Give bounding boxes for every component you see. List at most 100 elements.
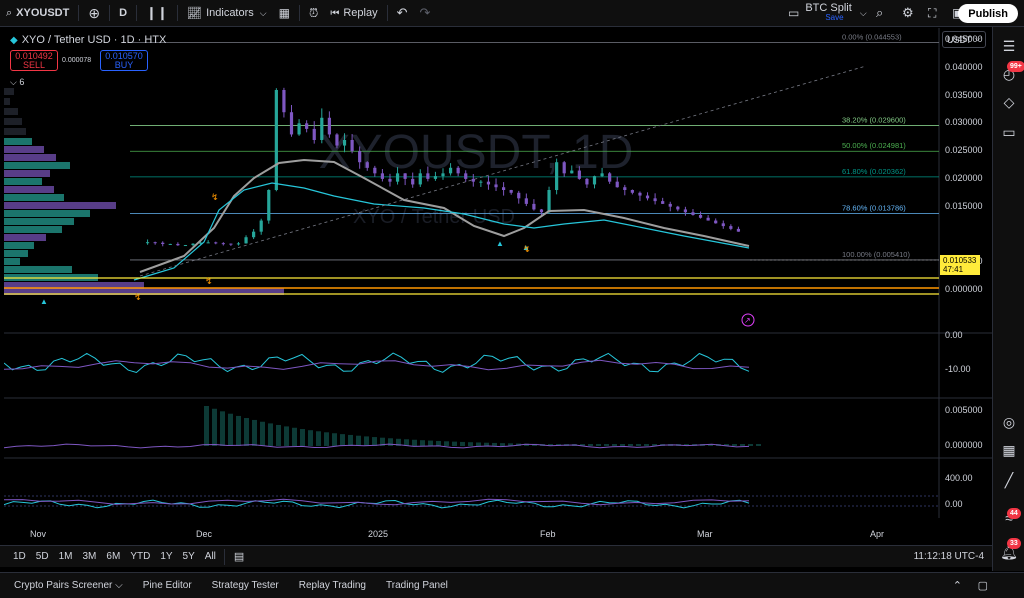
maximize-icon[interactable]: ▢	[978, 579, 988, 592]
replay-label: Replay	[343, 7, 377, 19]
layout-name-button[interactable]: ▭ BTC Split Save ⌵	[782, 0, 873, 27]
triangle-up-icon: ▲	[40, 297, 48, 306]
histogram-bar	[460, 442, 465, 446]
bottom-tab[interactable]: Pine Editor	[133, 580, 202, 591]
quick-search-button[interactable]: ⌕	[870, 0, 889, 27]
publish-button[interactable]: Publish	[958, 4, 1018, 23]
timeframe-button[interactable]: 5Y	[178, 551, 200, 562]
fib-level-label: 50.00% (0.024981)	[842, 141, 906, 150]
candle-body	[229, 244, 232, 245]
watchlist-button[interactable]: ☰	[1000, 37, 1018, 55]
price-axis-label: 0.030000	[945, 117, 983, 127]
list-icon: ☰	[1003, 38, 1016, 55]
hotlist-button[interactable]: ◎	[1000, 413, 1018, 431]
symbol-search[interactable]: ⌕ XYOUSDT	[0, 0, 75, 27]
histogram-bar	[236, 416, 241, 446]
timeframe-button[interactable]: 6M	[101, 551, 125, 562]
timeframe-list: 1D 5D 1M 3M 6M YTD 1Y 5Y All	[0, 551, 221, 562]
candle-body	[661, 201, 664, 204]
bottom-tab[interactable]: Trading Panel	[376, 580, 458, 591]
right-sidebar: ☰ ◴ 99+ ◇ ▭ ◎ ▦ ╱ ≈ 44 🔔︎ 33	[992, 27, 1024, 571]
candle-body	[623, 187, 626, 190]
redo-button[interactable]: ↷	[413, 0, 436, 27]
histogram-bar	[252, 420, 257, 446]
chart-canvas[interactable]: XYOUSDT, 1D XYO / Tether USD 0.00% (0.04…	[4, 28, 992, 540]
timeframe-button[interactable]: 1Y	[155, 551, 177, 562]
timeframe-button[interactable]: YTD	[125, 551, 155, 562]
histogram-bar	[260, 422, 265, 446]
layers-icon: ◇	[1004, 94, 1015, 111]
buy-button[interactable]: 0.010570 BUY	[100, 50, 148, 71]
histogram-bar	[412, 440, 417, 446]
date-range-icon[interactable]: ▤	[228, 550, 250, 563]
histogram-bar	[748, 444, 753, 446]
candle-body	[313, 129, 316, 140]
settings-button[interactable]: ⚙	[896, 0, 920, 27]
candle-body	[532, 204, 535, 210]
clock[interactable]: 11:12:18 UTC-4	[914, 551, 984, 562]
timeframe-button[interactable]: All	[200, 551, 221, 562]
volume-profile-bar	[4, 146, 44, 153]
candle-body	[722, 223, 725, 226]
candle-body	[320, 118, 323, 140]
lightning-icon: ↯	[211, 192, 219, 202]
data-window-button[interactable]: ◇	[1000, 93, 1018, 111]
calendar-button[interactable]: ▦	[1000, 441, 1018, 459]
alert-button[interactable]: ⏰︎	[303, 0, 324, 27]
divider	[136, 5, 137, 21]
bottom-tab[interactable]: Crypto Pairs Screener ⌵	[4, 580, 133, 591]
bottom-tab[interactable]: Strategy Tester	[202, 580, 289, 591]
chevron-up-icon[interactable]: ⌃	[953, 579, 962, 592]
histogram-bar	[332, 433, 337, 446]
candle-body	[176, 244, 179, 245]
candle-body	[267, 190, 270, 221]
volume-profile-bar	[4, 98, 10, 105]
volume-profile-bar	[4, 242, 34, 249]
histogram-bar	[284, 426, 289, 446]
candle-body	[184, 245, 187, 246]
divider	[109, 5, 110, 21]
timeframe-button[interactable]: 1D	[8, 551, 31, 562]
compare-button[interactable]: ⊕	[82, 0, 106, 27]
undo-button[interactable]: ↶	[391, 0, 414, 27]
histogram-bar	[756, 444, 761, 446]
time-axis-label: 2025	[368, 529, 388, 539]
chart-type-button[interactable]: ❙❙	[140, 0, 174, 27]
target-icon: ◎	[1003, 414, 1015, 431]
replay-button[interactable]: ⏮︎ Replay	[324, 0, 383, 27]
histogram-bar	[300, 429, 305, 446]
sell-button[interactable]: 0.010492 SELL	[10, 50, 58, 71]
volume-profile-bar	[4, 154, 56, 161]
candle-body	[638, 193, 641, 196]
buy-label: BUY	[101, 61, 147, 70]
redo-icon: ↷	[419, 5, 430, 21]
chart-legend[interactable]: ◆ XYO / Tether USD · 1D · HTX	[10, 34, 166, 46]
indicator-toggle[interactable]: ⌵ 6	[10, 77, 24, 88]
ideas-button[interactable]: ╱	[1000, 471, 1018, 489]
candle-body	[585, 179, 588, 185]
indicators-button[interactable]: 📈︎ Indicators ⌵	[181, 0, 273, 27]
interval-button[interactable]: D	[113, 0, 133, 27]
candle-body	[691, 212, 694, 215]
fullscreen-button[interactable]: ⛶	[922, 0, 942, 27]
ideas-badge: 44	[1007, 508, 1021, 519]
timeframe-button[interactable]: 5D	[31, 551, 54, 562]
chat-button[interactable]: ▭	[1000, 123, 1018, 141]
price-axis-label: 0.025000	[945, 145, 983, 155]
histogram-bar	[220, 411, 225, 446]
bottom-tab[interactable]: Replay Trading	[289, 580, 376, 591]
candle-body	[161, 243, 164, 244]
bottom-tabs: Crypto Pairs Screener ⌵ Pine Editor Strate…	[0, 580, 458, 591]
histogram-bar	[628, 444, 633, 446]
legend-title: XYO / Tether USD · 1D · HTX	[22, 34, 167, 46]
histogram-bar	[420, 440, 425, 446]
candle-body	[404, 173, 407, 179]
fib-level-label: 78.60% (0.013786)	[842, 203, 906, 212]
lightning-icon: ↯	[523, 244, 531, 254]
timeframe-button[interactable]: 3M	[78, 551, 102, 562]
spread-value: 0.000078	[62, 57, 91, 64]
lightning-icon: ↯	[134, 292, 142, 302]
timeframe-button[interactable]: 1M	[54, 551, 78, 562]
divider	[224, 549, 225, 565]
layouts-button[interactable]: ▦	[273, 0, 296, 27]
